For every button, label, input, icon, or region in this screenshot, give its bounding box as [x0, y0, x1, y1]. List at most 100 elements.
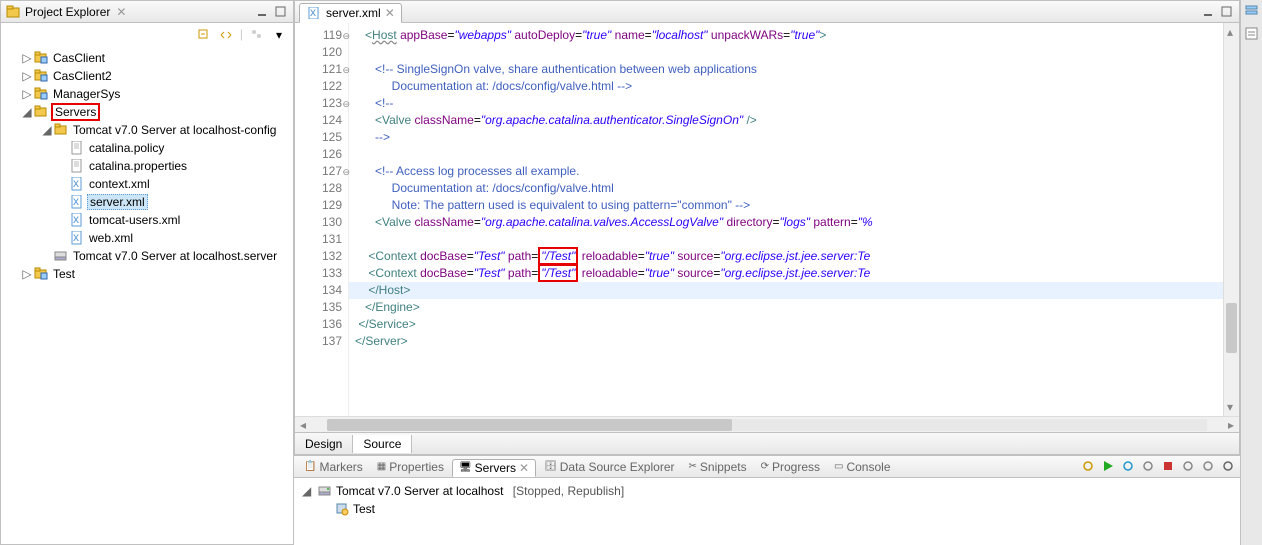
new-server-icon[interactable] [1080, 459, 1096, 475]
tree-item[interactable]: xcontext.xml [1, 175, 293, 193]
close-view-icon[interactable]: ✕ [116, 5, 126, 19]
code-line[interactable]: Documentation at: /docs/config/valve.htm… [349, 78, 1223, 95]
vertical-scrollbar[interactable]: ▴▾ [1223, 23, 1239, 416]
twisty-icon[interactable]: ◢ [21, 105, 33, 119]
view-tab-snippets[interactable]: ✂Snippets [683, 459, 753, 475]
tree-item[interactable]: ▷ManagerSys [1, 85, 293, 103]
code-editor[interactable]: <Host appBase="webapps" autoDeploy="true… [349, 23, 1223, 416]
view-menu-icon[interactable]: ▾ [271, 27, 287, 43]
server-name[interactable]: Tomcat v7.0 Server at localhost [336, 484, 503, 498]
tree-item[interactable]: xweb.xml [1, 229, 293, 247]
tree-item-label: CasClient [51, 51, 107, 65]
view-tab-icon: ▦ [377, 461, 386, 472]
minimize-icon[interactable] [1201, 4, 1217, 20]
view-tab-icon: ⟳ [761, 461, 769, 472]
folder-icon [33, 104, 49, 120]
code-line[interactable]: </Engine> [349, 299, 1223, 316]
right-trim [1240, 0, 1262, 545]
view-tab-label: Markers [319, 460, 362, 474]
view-tab-label: Console [846, 460, 890, 474]
tab-source[interactable]: Source [353, 435, 412, 453]
code-line[interactable] [349, 44, 1223, 61]
tree-item[interactable]: ▷ CasClient2 [1, 67, 293, 85]
clean-icon[interactable] [1200, 459, 1216, 475]
view-tab-label: Snippets [700, 460, 747, 474]
tab-label: server.xml [326, 6, 381, 20]
maximize-icon[interactable] [1219, 4, 1235, 20]
code-line[interactable] [349, 231, 1223, 248]
maximize-icon[interactable] [273, 4, 289, 20]
view-tab-icon: ▭ [834, 461, 843, 472]
code-line[interactable]: Documentation at: /docs/config/valve.htm… [349, 180, 1223, 197]
link-with-editor-icon[interactable] [218, 27, 234, 43]
stop-icon[interactable] [1160, 459, 1176, 475]
code-line[interactable]: Note: The pattern used is equivalent to … [349, 197, 1223, 214]
tree-item[interactable]: ▷Test [1, 265, 293, 283]
filters-icon[interactable] [249, 27, 265, 43]
view-tab-label: Progress [772, 460, 820, 474]
tree-item-label: catalina.policy [87, 141, 166, 155]
twisty-icon[interactable]: ▷ [21, 267, 33, 281]
collapse-all-icon[interactable] [196, 27, 212, 43]
svg-text:x: x [310, 7, 316, 19]
publish-icon[interactable] [1180, 459, 1196, 475]
horizontal-scrollbar[interactable]: ◂ ▸ [295, 416, 1239, 432]
twisty-icon[interactable]: ◢ [41, 123, 53, 137]
server-module[interactable]: Test [353, 502, 375, 516]
svg-text:x: x [73, 231, 79, 244]
tree-item[interactable]: xserver.xml [1, 193, 293, 211]
tree-item[interactable]: Tomcat v7.0 Server at localhost.server [1, 247, 293, 265]
view-tab-data-source-explorer[interactable]: 🗄Data Source Explorer [538, 459, 680, 475]
tree-item-label: CasClient2 [51, 69, 114, 83]
code-line[interactable]: <Host appBase="webapps" autoDeploy="true… [349, 27, 1223, 44]
code-line[interactable]: <Valve className="org.apache.catalina.au… [349, 112, 1223, 129]
tree-item[interactable]: catalina.policy [1, 139, 293, 157]
package-explorer-icon [5, 4, 21, 20]
code-line[interactable]: <!-- Access log processes all example. [349, 163, 1223, 180]
start-icon[interactable] [1100, 459, 1116, 475]
close-view-icon[interactable]: ✕ [519, 461, 529, 475]
task-list-icon[interactable] [1244, 26, 1260, 42]
project-tree[interactable]: ▷ CasClient ▷ CasClient2 ▷ManagerSys ◢ Servers… [1, 47, 293, 544]
view-menu-icon[interactable] [1220, 459, 1236, 475]
minimize-icon[interactable] [255, 4, 271, 20]
outline-icon[interactable] [1244, 4, 1260, 20]
tree-item-label: Tomcat v7.0 Server at localhost-config [71, 123, 278, 137]
view-tab-console[interactable]: ▭Console [828, 459, 896, 475]
twisty-icon[interactable]: ▷ [21, 51, 33, 65]
code-line[interactable]: <!-- [349, 95, 1223, 112]
view-tab-markers[interactable]: 📋Markers [298, 459, 369, 475]
tab-server-xml[interactable]: x server.xml ✕ [299, 3, 402, 23]
code-line[interactable]: </Host> [349, 282, 1223, 299]
view-tab-properties[interactable]: ▦Properties [371, 459, 450, 475]
code-line[interactable]: <Valve className="org.apache.catalina.va… [349, 214, 1223, 231]
debug-icon[interactable] [1120, 459, 1136, 475]
servers-view[interactable]: ◢ Tomcat v7.0 Server at localhost [Stopp… [294, 478, 1240, 545]
twisty-icon[interactable]: ▷ [21, 69, 33, 83]
code-line[interactable]: <!-- SingleSignOn valve, share authentic… [349, 61, 1223, 78]
server-status: [Stopped, Republish] [513, 484, 624, 498]
code-line[interactable]: <Context docBase="Test" path="/Test" rel… [349, 248, 1223, 265]
tree-item[interactable]: catalina.properties [1, 157, 293, 175]
code-line[interactable]: <Context docBase="Test" path="/Test" rel… [349, 265, 1223, 282]
code-line[interactable] [349, 146, 1223, 163]
code-line[interactable]: --> [349, 129, 1223, 146]
tree-item-label: server.xml [87, 194, 148, 210]
tree-item[interactable]: ◢ Servers [1, 103, 293, 121]
view-tab-progress[interactable]: ⟳Progress [755, 459, 826, 475]
tab-design[interactable]: Design [295, 435, 353, 453]
twisty-icon[interactable]: ▷ [21, 87, 33, 101]
project-explorer-title: Project Explorer ✕ [5, 4, 255, 20]
tab-close-icon[interactable]: ✕ [385, 6, 395, 20]
twisty-icon[interactable]: ◢ [302, 484, 314, 498]
tree-item-label: catalina.properties [87, 159, 189, 173]
code-line[interactable]: </Server> [349, 333, 1223, 350]
tree-item[interactable]: ◢ Tomcat v7.0 Server at localhost-config [1, 121, 293, 139]
tree-item[interactable]: xtomcat-users.xml [1, 211, 293, 229]
profile-icon[interactable] [1140, 459, 1156, 475]
tree-item-label: Servers [51, 103, 100, 121]
server-icon [53, 248, 69, 264]
code-line[interactable]: </Service> [349, 316, 1223, 333]
view-tab-servers[interactable]: 🖥Servers ✕ [452, 459, 536, 477]
tree-item[interactable]: ▷ CasClient [1, 49, 293, 67]
